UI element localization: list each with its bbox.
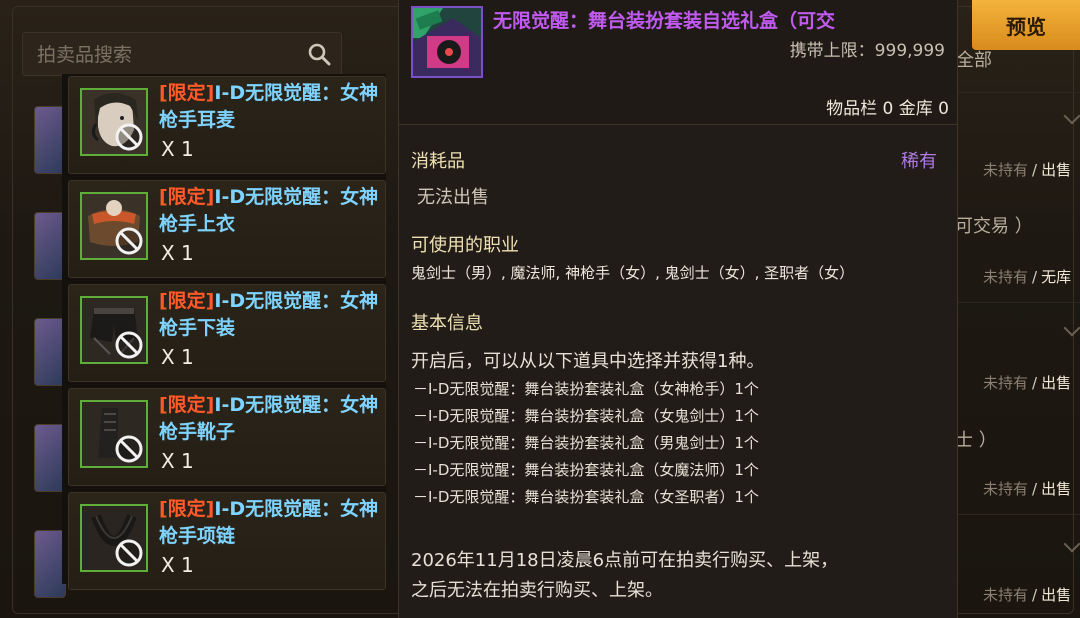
reward-item-name: [限定]I-D无限觉醒：女神枪手耳麦 bbox=[159, 80, 381, 134]
item-tooltip: 无限觉醒：舞台装扮套装自选礼盒（可交 携带上限：999,999 物品栏 0 金库… bbox=[398, 0, 958, 618]
divider bbox=[399, 124, 957, 125]
auction-search-input[interactable] bbox=[35, 33, 299, 77]
reward-item[interactable]: [限定]I-D无限觉醒：女神枪手上衣 X 1 bbox=[68, 180, 386, 278]
reward-item-name: [限定]I-D无限觉醒：女神枪手项链 bbox=[159, 496, 381, 550]
sale-status-text: 无库 bbox=[1041, 268, 1072, 286]
limited-tag: [限定] bbox=[159, 82, 215, 104]
auction-deadline-line: 2026年11月18日凌晨6点前可在拍卖行购买、上架， bbox=[411, 550, 839, 571]
basic-info-header: 基本信息 bbox=[411, 313, 483, 334]
no-trade-icon bbox=[115, 435, 143, 463]
selectable-option: －I-D无限觉醒：舞台装扮套装礼盒（女圣职者）1个 bbox=[413, 488, 759, 506]
usable-jobs-header: 可使用的职业 bbox=[411, 235, 519, 256]
reward-item[interactable]: [限定]I-D无限觉醒：女神枪手下装 X 1 bbox=[68, 284, 386, 382]
item-slot[interactable] bbox=[80, 504, 148, 572]
tooltip-header: 无限觉醒：舞台装扮套装自选礼盒（可交 携带上限：999,999 物品栏 0 金库… bbox=[399, 0, 957, 124]
limited-tag: [限定] bbox=[159, 498, 215, 520]
selectable-option: －I-D无限觉醒：舞台装扮套装礼盒（男鬼剑士）1个 bbox=[413, 434, 759, 452]
carry-limit: 携带上限：999,999 bbox=[789, 41, 945, 61]
item-icon bbox=[411, 6, 483, 78]
reward-item-name: [限定]I-D无限觉醒：女神枪手上衣 bbox=[159, 184, 381, 238]
gift-box-icon bbox=[413, 8, 481, 76]
ownership-text: 未持有 bbox=[983, 480, 1029, 498]
item-slot[interactable] bbox=[80, 400, 148, 468]
listing-status: 未持有 / 出售 bbox=[983, 586, 1072, 604]
item-slot[interactable] bbox=[80, 88, 148, 156]
selectable-option: －I-D无限觉醒：舞台装扮套装礼盒（女鬼剑士）1个 bbox=[413, 407, 759, 425]
reward-item-quantity: X 1 bbox=[161, 553, 194, 577]
listing-status: 未持有 / 无库 bbox=[983, 268, 1072, 286]
auction-search-box[interactable] bbox=[22, 32, 342, 77]
listing-divider bbox=[955, 92, 1080, 93]
reward-item-name: [限定]I-D无限觉醒：女神枪手靴子 bbox=[159, 392, 381, 446]
no-trade-icon bbox=[115, 539, 143, 567]
sale-status-text: 出售 bbox=[1041, 586, 1072, 604]
category-all-label[interactable]: 全部 bbox=[956, 46, 992, 72]
item-rarity: 稀有 bbox=[901, 151, 937, 172]
preview-button[interactable]: 预览 bbox=[972, 0, 1080, 50]
item-slot[interactable] bbox=[80, 296, 148, 364]
usable-jobs-list: 鬼剑士（男）, 魔法师, 神枪手（女）, 鬼剑士（女）, 圣职者（女） bbox=[411, 264, 855, 282]
reward-item[interactable]: [限定]I-D无限觉醒：女神枪手靴子 X 1 bbox=[68, 388, 386, 486]
item-type: 消耗品 bbox=[411, 151, 465, 172]
sale-status-text: 出售 bbox=[1041, 480, 1072, 498]
background-listing-text: 士 ） bbox=[955, 430, 997, 451]
reward-item-list: [限定]I-D无限觉醒：女神枪手耳麦 X 1 [限定]I-D无限觉醒：女神枪手上… bbox=[62, 74, 386, 590]
listing-divider bbox=[955, 302, 1080, 303]
sale-status-text: 出售 bbox=[1041, 161, 1072, 179]
listing-status: 未持有 / 出售 bbox=[983, 374, 1072, 392]
item-slot[interactable] bbox=[80, 192, 148, 260]
inventory-storage-count: 物品栏 0 金库 0 bbox=[826, 99, 949, 119]
reward-item-name: [限定]I-D无限觉醒：女神枪手下装 bbox=[159, 288, 381, 342]
sale-status-text: 出售 bbox=[1041, 374, 1072, 392]
limited-tag: [限定] bbox=[159, 394, 215, 416]
reward-item-quantity: X 1 bbox=[161, 137, 194, 161]
selectable-option: －I-D无限觉醒：舞台装扮套装礼盒（女魔法师）1个 bbox=[413, 461, 759, 479]
auction-deadline-line: 之后无法在拍卖行购买、上架。 bbox=[411, 580, 663, 601]
reward-item-quantity: X 1 bbox=[161, 241, 194, 265]
reward-item[interactable]: [限定]I-D无限觉醒：女神枪手耳麦 X 1 bbox=[68, 76, 386, 174]
ownership-text: 未持有 bbox=[983, 161, 1029, 179]
ownership-text: 未持有 bbox=[983, 586, 1029, 604]
ownership-text: 未持有 bbox=[983, 374, 1029, 392]
no-trade-icon bbox=[115, 331, 143, 359]
limited-tag: [限定] bbox=[159, 186, 215, 208]
ownership-text: 未持有 bbox=[983, 268, 1029, 286]
no-trade-icon bbox=[115, 227, 143, 255]
limited-tag: [限定] bbox=[159, 290, 215, 312]
item-description: 开启后，可以从以下道具中选择并获得1种。 bbox=[411, 351, 765, 372]
reward-item[interactable]: [限定]I-D无限觉醒：女神枪手项链 X 1 bbox=[68, 492, 386, 590]
reward-item-quantity: X 1 bbox=[161, 449, 194, 473]
listing-divider bbox=[955, 514, 1080, 515]
item-title: 无限觉醒：舞台装扮套装自选礼盒（可交 bbox=[493, 10, 836, 32]
background-listing-text: 可交易 ） bbox=[955, 216, 1033, 237]
listing-status: 未持有 / 出售 bbox=[983, 161, 1072, 179]
search-icon[interactable] bbox=[307, 42, 331, 66]
selectable-option: －I-D无限觉醒：舞台装扮套装礼盒（女神枪手）1个 bbox=[413, 380, 759, 398]
sell-restriction: 无法出售 bbox=[417, 187, 489, 208]
listing-status: 未持有 / 出售 bbox=[983, 480, 1072, 498]
auction-deadline-note: 2026年11月18日凌晨6点前可在拍卖行购买、上架， 之后无法在拍卖行购买、上… bbox=[411, 546, 951, 606]
reward-item-quantity: X 1 bbox=[161, 345, 194, 369]
no-trade-icon bbox=[115, 123, 143, 151]
